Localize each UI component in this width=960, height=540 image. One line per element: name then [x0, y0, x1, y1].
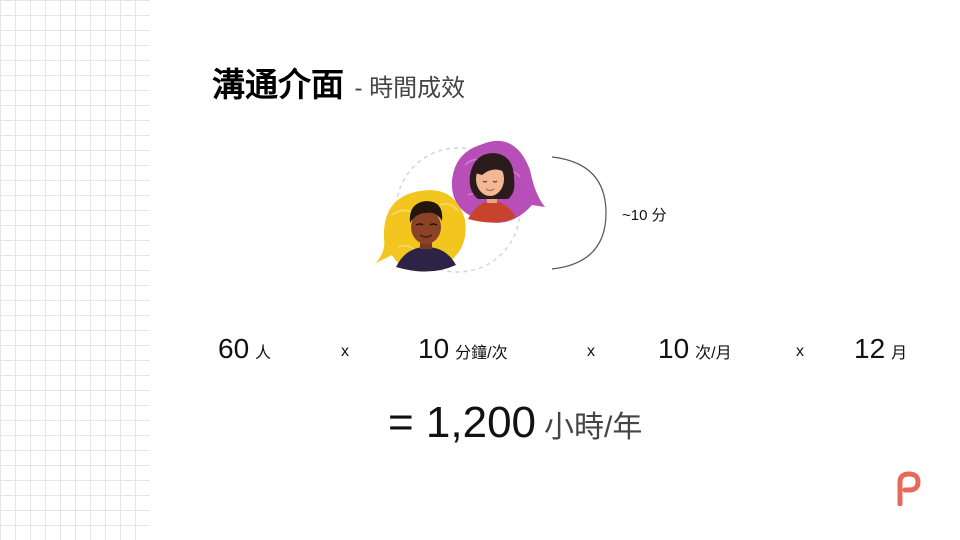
- people-count: 60 人: [218, 333, 271, 365]
- title-main: 溝通介面: [212, 66, 344, 103]
- brand-logo: [897, 471, 921, 506]
- multiply-sign: x: [341, 343, 349, 360]
- minutes-value: 10: [418, 333, 450, 364]
- minutes-unit: 分鐘/次: [455, 345, 508, 362]
- duration-label: ~10 分: [622, 207, 667, 224]
- people-unit: 人: [255, 345, 272, 362]
- months-unit: 月: [891, 345, 908, 362]
- months-value: 12: [854, 333, 886, 364]
- conversation-illustration: [376, 140, 607, 273]
- woman-avatar-icon: [451, 140, 545, 223]
- result-unit: 小時/年: [544, 411, 643, 444]
- months-count: 12 月: [854, 333, 907, 365]
- time-bracket: [551, 156, 607, 270]
- frequency-unit: 次/月: [695, 345, 732, 362]
- title-subtitle: - 時間成效: [354, 75, 466, 102]
- frequency-value: 10: [658, 333, 690, 364]
- people-value: 60: [218, 333, 250, 364]
- result-value: = 1,200: [388, 398, 537, 447]
- minutes-per-session: 10 分鐘/次: [418, 333, 508, 365]
- man-avatar-icon: [376, 190, 466, 272]
- multiply-sign: x: [796, 343, 804, 360]
- result-total: = 1,200 小時/年: [388, 398, 642, 448]
- sessions-per-month: 10 次/月: [658, 333, 732, 365]
- multiply-sign: x: [587, 343, 595, 360]
- grid-background: [0, 0, 150, 540]
- slide-title: 溝通介面 - 時間成效: [212, 58, 465, 106]
